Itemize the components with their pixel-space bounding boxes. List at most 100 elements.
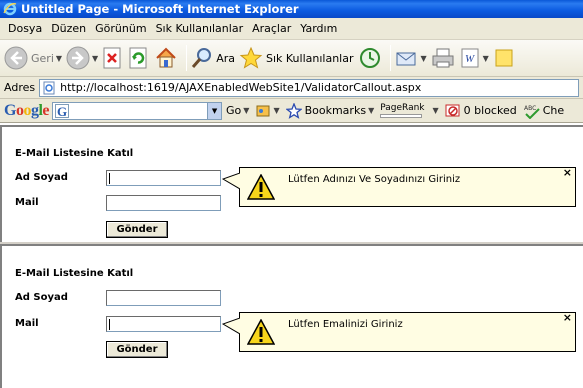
spellcheck-icon: ABC xyxy=(524,105,540,119)
address-url: http://localhost:1619/AJAXEnabledWebSite… xyxy=(60,81,422,94)
spellcheck-label: Che xyxy=(542,104,565,117)
popup-blocker-icon xyxy=(445,104,460,116)
pagerank-bar xyxy=(380,113,423,118)
toolbar-separator xyxy=(389,45,391,71)
refresh-icon xyxy=(129,47,147,69)
window-title: Untitled Page - Microsoft Internet Explo… xyxy=(21,2,299,16)
print-button[interactable] xyxy=(431,43,455,73)
text-caret xyxy=(109,319,110,330)
favorites-label: Sık Kullanılanlar xyxy=(265,51,354,65)
back-arrow-icon xyxy=(4,46,28,70)
page-icon xyxy=(43,81,55,94)
home-icon xyxy=(156,47,176,68)
mail-dropdown-icon[interactable]: ▼ xyxy=(421,54,427,63)
favorites-star-icon xyxy=(239,46,263,69)
search-button[interactable]: Ara xyxy=(191,43,235,73)
svg-text:W: W xyxy=(465,53,475,65)
pagerank-dropdown-icon[interactable]: ▼ xyxy=(433,106,439,115)
mail-button[interactable]: ▼ xyxy=(395,43,427,73)
home-button[interactable] xyxy=(154,43,178,73)
mail-icon xyxy=(396,52,415,66)
back-button[interactable]: Geri ▼ xyxy=(4,43,62,73)
name-input[interactable] xyxy=(106,170,221,186)
search-icon xyxy=(192,48,212,68)
callout-pointer xyxy=(222,318,240,334)
google-search-input[interactable]: G ▼ xyxy=(52,101,223,120)
forward-button[interactable]: ▼ xyxy=(66,43,98,73)
bookmarks-dropdown-icon: ▼ xyxy=(368,106,375,115)
page-content: E-Mail Listesine Katıl Ad Soyad Mail Gön… xyxy=(0,123,583,388)
address-input[interactable]: http://localhost:1619/AJAXEnabledWebSite… xyxy=(39,78,580,97)
google-go-button[interactable]: Go ▼ xyxy=(226,104,249,117)
mail-label: Mail xyxy=(15,318,39,329)
callout-pointer xyxy=(222,173,240,189)
callout-close-button[interactable]: × xyxy=(563,312,572,324)
menu-bar: Dosya Düzen Görünüm Sık Kullanılanlar Ar… xyxy=(0,18,583,40)
address-label: Adres xyxy=(4,81,36,94)
address-bar: Adres http://localhost:1619/AJAXEnabledW… xyxy=(0,77,583,99)
menu-item-dosya[interactable]: Dosya xyxy=(8,22,42,35)
popup-blocker-label: 0 blocked xyxy=(463,104,517,117)
menu-item-araclar[interactable]: Araçlar xyxy=(252,22,291,35)
callout-message: Lütfen Adınızı Ve Soyadınızı Giriniz xyxy=(288,174,461,185)
forward-dropdown-icon[interactable]: ▼ xyxy=(92,54,98,63)
spellcheck-button[interactable]: ABC Che xyxy=(523,103,564,119)
validator-callout: Lütfen Emalinizi Giriniz × xyxy=(222,312,576,352)
submit-button[interactable]: Gönder xyxy=(106,341,168,358)
back-dropdown-icon[interactable]: ▼ xyxy=(56,54,62,63)
standard-toolbar: Geri ▼ ▼ Ara Sık Kullanılanlar ▼ W ▼ xyxy=(0,40,583,77)
name-label: Ad Soyad xyxy=(15,172,68,183)
refresh-button[interactable] xyxy=(128,43,150,73)
print-icon xyxy=(432,48,454,68)
callout-close-button[interactable]: × xyxy=(563,167,572,179)
google-search-dropdown-icon[interactable]: ▼ xyxy=(207,102,222,119)
bookmarks-button[interactable]: Bookmarks ▼ xyxy=(285,102,375,119)
callout-body: Lütfen Emalinizi Giriniz × xyxy=(239,312,576,352)
bookmarks-label: Bookmarks xyxy=(304,104,367,117)
toolbar-separator xyxy=(186,45,188,71)
form-title: E-Mail Listesine Katıl xyxy=(15,268,134,279)
window-titlebar: Untitled Page - Microsoft Internet Explo… xyxy=(0,0,583,18)
google-extras-button[interactable]: ▼ xyxy=(255,103,280,119)
edit-button[interactable]: W ▼ xyxy=(459,43,489,73)
warning-icon xyxy=(247,319,275,345)
google-g-icon: G xyxy=(55,103,70,119)
form-title: E-Mail Listesine Katıl xyxy=(15,148,134,159)
discuss-button[interactable] xyxy=(493,43,515,73)
name-input[interactable] xyxy=(106,290,221,306)
warning-icon xyxy=(247,174,275,200)
callout-message: Lütfen Emalinizi Giriniz xyxy=(288,319,403,330)
text-caret xyxy=(109,173,110,184)
mail-input[interactable] xyxy=(106,316,221,332)
menu-item-gorunum[interactable]: Görünüm xyxy=(95,22,146,35)
menu-item-yardim[interactable]: Yardım xyxy=(300,22,337,35)
name-label: Ad Soyad xyxy=(15,292,68,303)
go-dropdown-icon: ▼ xyxy=(243,106,250,115)
history-icon xyxy=(359,48,380,68)
word-edit-icon: W xyxy=(461,48,479,68)
google-toolbar: Google G ▼ Go ▼ ▼ Bookmarks ▼ PageRank ▼… xyxy=(0,99,583,123)
svg-text:ABC: ABC xyxy=(524,105,536,112)
back-label: Geri xyxy=(31,51,54,65)
menu-item-duzen[interactable]: Düzen xyxy=(51,22,86,35)
edit-dropdown-icon[interactable]: ▼ xyxy=(483,54,489,63)
pagerank-indicator[interactable]: PageRank xyxy=(380,103,425,118)
forward-arrow-icon xyxy=(66,46,90,70)
favorites-button[interactable]: Sık Kullanılanlar xyxy=(239,43,354,73)
stop-button[interactable] xyxy=(102,43,124,73)
menu-item-sik-kullanilanlar[interactable]: Sık Kullanılanlar xyxy=(156,22,244,35)
popup-blocker-button[interactable]: 0 blocked xyxy=(445,103,517,119)
google-logo[interactable]: Google xyxy=(4,102,49,120)
google-go-label: Go xyxy=(226,104,242,117)
stop-icon xyxy=(103,47,121,69)
mail-input[interactable] xyxy=(106,195,221,211)
search-label: Ara xyxy=(216,51,235,65)
submit-button[interactable]: Gönder xyxy=(106,221,168,238)
mail-label: Mail xyxy=(15,197,39,208)
bookmark-star-icon xyxy=(285,102,302,119)
form-panel-2: E-Mail Listesine Katıl Ad Soyad Mail Gön… xyxy=(0,244,583,388)
form-panel-1: E-Mail Listesine Katıl Ad Soyad Mail Gön… xyxy=(0,125,583,244)
extras-dropdown-icon: ▼ xyxy=(273,106,280,115)
validator-callout: Lütfen Adınızı Ve Soyadınızı Giriniz × xyxy=(222,167,576,207)
history-button[interactable] xyxy=(358,43,382,73)
